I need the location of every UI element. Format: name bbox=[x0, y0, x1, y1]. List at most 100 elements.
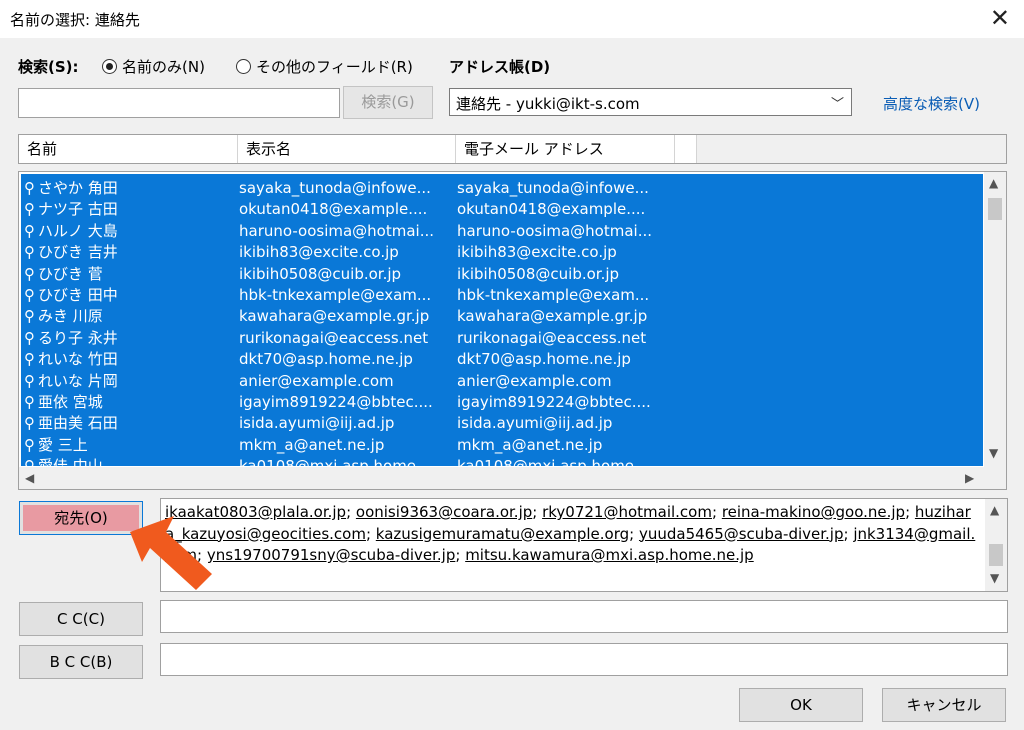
scroll-up-icon[interactable]: ▲ bbox=[990, 503, 999, 517]
scroll-left-icon[interactable]: ◀ bbox=[25, 471, 34, 485]
contact-rows: ⚲ さやか 角田 sayaka_tunoda@infowe... sayaka_tun… bbox=[21, 174, 983, 466]
person-icon: ⚲ bbox=[24, 456, 38, 466]
contact-name: 亜由美 石田 bbox=[38, 414, 118, 433]
column-header-name[interactable]: 名前 bbox=[19, 135, 238, 163]
contact-row[interactable]: ⚲ ひびき 菅 ikibih0508@cuib.or.jp ikibih0508@cu… bbox=[21, 264, 983, 285]
person-icon: ⚲ bbox=[24, 221, 35, 240]
title-bar: 名前の選択: 連絡先 ✕ bbox=[0, 0, 1024, 38]
recipient-address[interactable]: yuuda5465@scuba-diver.jp bbox=[639, 525, 844, 543]
person-icon: ⚲ bbox=[24, 200, 35, 219]
contact-row[interactable]: ⚲ ハルノ 大島 haruno-oosima@hotmai... haruno-oos… bbox=[21, 221, 983, 242]
scroll-down-icon[interactable]: ▼ bbox=[990, 571, 999, 585]
cc-field[interactable] bbox=[160, 600, 1008, 633]
person-icon: ⚲ bbox=[24, 435, 35, 454]
contact-row[interactable]: ⚲ みき 川原 kawahara@example.gr.jp kawahara@exa… bbox=[21, 306, 983, 327]
contact-email: hbk-tnkexample@exam... bbox=[457, 286, 650, 304]
contact-display-name: dkt70@asp.home.ne.jp bbox=[239, 350, 413, 369]
to-button-label: 宛先(O) bbox=[23, 505, 139, 531]
scroll-down-icon[interactable]: ▼ bbox=[989, 446, 998, 460]
search-button[interactable]: 検索(G) bbox=[343, 86, 433, 119]
contact-display-name: ikibih83@excite.co.jp bbox=[239, 243, 399, 262]
contact-row[interactable]: ⚲ るり子 永井 rurikonagai@eaccess.net rurikonaga… bbox=[21, 328, 983, 349]
address-book-label: アドレス帳(D) bbox=[449, 58, 551, 76]
contact-row[interactable]: ⚲ 愛 三上 mkm_a@anet.ne.jp mkm_a@anet.ne.jp bbox=[21, 435, 983, 456]
person-icon: ⚲ bbox=[24, 371, 35, 390]
vertical-scrollbar[interactable]: ▲ ▼ bbox=[984, 172, 1006, 467]
recipient-address[interactable]: kazusigemuramatu@example.org bbox=[376, 525, 629, 543]
to-button[interactable]: 宛先(O) bbox=[19, 501, 143, 535]
contact-display-name: kawahara@example.gr.jp bbox=[239, 307, 430, 326]
contact-display-name: mkm_a@anet.ne.jp bbox=[239, 435, 385, 454]
scroll-up-icon[interactable]: ▲ bbox=[989, 176, 998, 190]
close-icon[interactable]: ✕ bbox=[990, 4, 1010, 32]
list-header: 名前 表示名 電子メール アドレス bbox=[18, 134, 1007, 164]
contact-display-name: okutan0418@example.... bbox=[239, 200, 428, 219]
bcc-field[interactable] bbox=[160, 643, 1008, 676]
contact-name: ひびき 菅 bbox=[38, 264, 103, 283]
person-icon: ⚲ bbox=[24, 393, 35, 411]
contact-email: haruno-oosima@hotmai... bbox=[457, 221, 653, 240]
bcc-button[interactable]: B C C(B) bbox=[19, 645, 143, 679]
contact-row[interactable]: ⚲ れいな 竹田 dkt70@asp.home.ne.jp dkt70@asp.hom… bbox=[21, 349, 983, 370]
radio-other-fields[interactable]: その他のフィールド(R) bbox=[236, 56, 413, 77]
contact-row[interactable]: ⚲愛佳 中山 ka0108@mxi.asp.home...ka0108@mxi.a… bbox=[21, 456, 983, 466]
cc-button[interactable]: C C(C) bbox=[19, 602, 143, 636]
contact-row[interactable]: ⚲ 亜依 宮城 igayim8919224@bbtec.... igayim89192… bbox=[21, 392, 983, 413]
cancel-button[interactable]: キャンセル bbox=[882, 688, 1006, 722]
address-book-select[interactable]: 連絡先 - yukki@ikt-s.com ﹀ bbox=[449, 88, 852, 116]
scroll-thumb[interactable] bbox=[988, 198, 1002, 220]
contact-email: okutan0418@example.... bbox=[457, 200, 646, 219]
recipient-address[interactable]: rky0721@hotmail.com bbox=[542, 503, 712, 521]
recipient-address[interactable]: reina-makino@goo.ne.jp bbox=[722, 503, 905, 521]
person-icon: ⚲ bbox=[24, 328, 35, 347]
scroll-right-icon[interactable]: ▶ bbox=[965, 471, 974, 485]
contact-email: dkt70@asp.home.ne.jp bbox=[457, 350, 631, 369]
contact-email: ka0108@mxi.asp.home... bbox=[457, 456, 673, 466]
contact-display-name: isida.ayumi@iij.ad.jp bbox=[239, 414, 395, 433]
contact-row[interactable]: ⚲ 亜由美 石田 isida.ayumi@iij.ad.jp isida.ayumi@… bbox=[21, 413, 983, 434]
advanced-search-link[interactable]: 高度な検索(V) bbox=[883, 93, 980, 114]
ok-button[interactable]: OK bbox=[739, 688, 863, 722]
contact-name: れいな 片岡 bbox=[38, 371, 118, 390]
radio-name-only[interactable]: 名前のみ(N) bbox=[102, 56, 205, 77]
contact-display-name: ka0108@mxi.asp.home... bbox=[239, 456, 454, 466]
contact-email: rurikonagai@eaccess.net bbox=[457, 328, 647, 347]
to-recipients-text: ikaakat0803@plala.or.jp; oonisi9363@coar… bbox=[165, 503, 976, 564]
contact-name: みき 川原 bbox=[38, 307, 103, 326]
column-header-display-name[interactable]: 表示名 bbox=[238, 135, 456, 163]
scroll-thumb[interactable] bbox=[989, 544, 1003, 566]
contact-row[interactable]: ⚲ ひびき 田中 hbk-tnkexample@exam... hbk-tnkexam… bbox=[21, 285, 983, 306]
recipient-address[interactable]: oonisi9363@coara.or.jp bbox=[356, 503, 532, 521]
to-recipients-scrollbar[interactable]: ▲ ▼ bbox=[985, 499, 1007, 591]
chevron-down-icon: ﹀ bbox=[830, 97, 844, 112]
contact-name: ひびき 田中 bbox=[38, 286, 118, 304]
search-label: 検索(S): bbox=[18, 58, 79, 76]
contact-name: れいな 竹田 bbox=[38, 350, 118, 369]
contact-email: isida.ayumi@iij.ad.jp bbox=[457, 414, 613, 433]
contact-display-name: anier@example.com bbox=[239, 371, 394, 390]
contact-email: sayaka_tunoda@infowe... bbox=[457, 179, 649, 197]
person-icon: ⚲ bbox=[24, 350, 35, 369]
recipient-address[interactable]: yns19700791sny@scuba-diver.jp bbox=[207, 546, 455, 564]
horizontal-scrollbar[interactable]: ◀ ▶ bbox=[19, 467, 1006, 489]
column-header-email[interactable]: 電子メール アドレス bbox=[456, 135, 675, 163]
contact-name: 亜依 宮城 bbox=[38, 393, 103, 411]
contact-row[interactable]: ⚲ ひびき 吉井 ikibih83@excite.co.jp ikibih83@exc… bbox=[21, 242, 983, 263]
contact-display-name: rurikonagai@eaccess.net bbox=[239, 328, 429, 347]
contact-display-name: ikibih0508@cuib.or.jp bbox=[239, 264, 402, 283]
to-recipients-field[interactable]: ikaakat0803@plala.or.jp; oonisi9363@coar… bbox=[160, 498, 1008, 592]
contact-list[interactable]: ⚲ さやか 角田 sayaka_tunoda@infowe... sayaka_tun… bbox=[18, 171, 1007, 490]
search-input[interactable] bbox=[18, 88, 340, 118]
recipient-address[interactable]: mitsu.kawamura@mxi.asp.home.ne.jp bbox=[465, 546, 754, 564]
contact-name: ひびき 吉井 bbox=[38, 243, 118, 262]
person-icon: ⚲ bbox=[24, 243, 35, 262]
contact-name: 愛佳 中山 bbox=[38, 456, 234, 466]
contact-email: ikibih83@excite.co.jp bbox=[457, 243, 617, 262]
contact-display-name: igayim8919224@bbtec.... bbox=[239, 393, 433, 411]
contact-email: igayim8919224@bbtec.... bbox=[457, 393, 651, 411]
contact-email: mkm_a@anet.ne.jp bbox=[457, 435, 603, 454]
contact-row[interactable]: ⚲ さやか 角田 sayaka_tunoda@infowe... sayaka_tun… bbox=[21, 178, 983, 199]
contact-row[interactable]: ⚲ れいな 片岡 anier@example.com anier@example.co… bbox=[21, 371, 983, 392]
contact-row[interactable]: ⚲ ナツ子 古田 okutan0418@example.... okutan0418@… bbox=[21, 199, 983, 220]
contact-display-name: sayaka_tunoda@infowe... bbox=[239, 179, 431, 197]
